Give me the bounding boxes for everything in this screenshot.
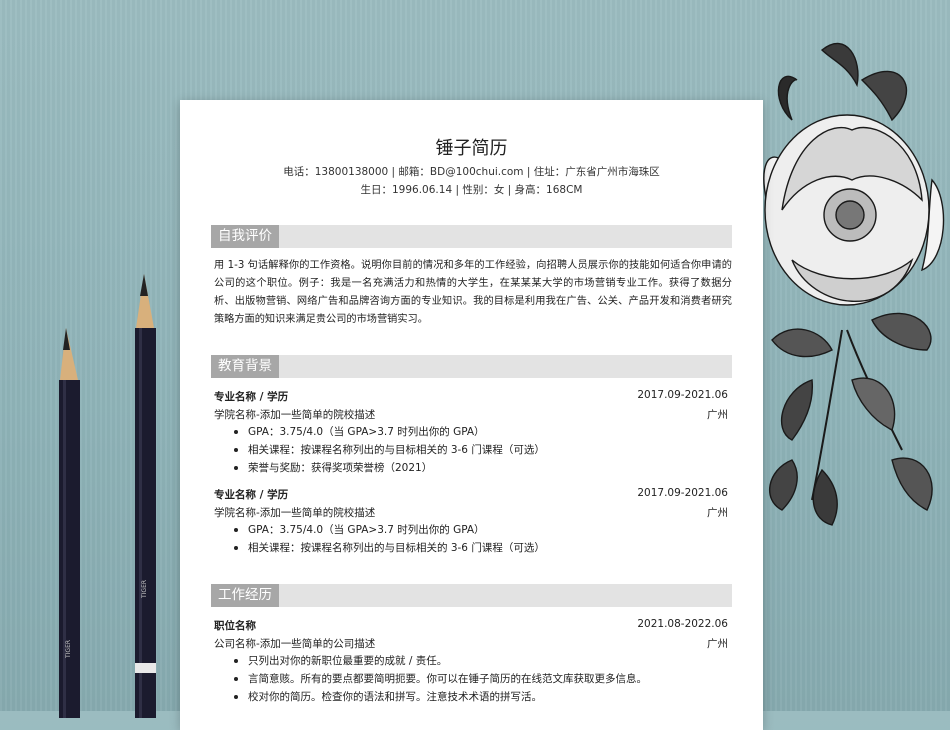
city: 广州 <box>707 507 728 519</box>
list-item: 只列出对你的新职位最重要的成就 / 责任。 <box>230 652 720 670</box>
list-item: 校对你的简历。检查你的语法和拼写。注意技术术语的拼写活。 <box>230 688 720 706</box>
section-title: 自我评价 <box>211 225 279 248</box>
section-header-self-eval: 自我评价 <box>211 225 732 248</box>
position-name: 职位名称 <box>214 620 256 632</box>
resume-paper: 锤子简历 电话：13800138000 | 邮箱：BD@100chui.com … <box>180 100 763 730</box>
section-title: 工作经历 <box>211 584 279 607</box>
list-item: 言简意赅。所有的要点都要简明扼要。你可以在锤子简历的在线范文库获取更多信息。 <box>230 670 720 688</box>
education-bullets: GPA：3.75/4.0（当 GPA>3.7 时列出你的 GPA） 相关课程：按… <box>230 521 720 557</box>
education-bullets: GPA：3.75/4.0（当 GPA>3.7 时列出你的 GPA） 相关课程：按… <box>230 423 720 477</box>
date-range: 2017.09-2021.06 <box>637 389 728 401</box>
section-title: 教育背景 <box>211 355 279 378</box>
pencil-icon: TIGER <box>135 274 156 718</box>
list-item: GPA：3.75/4.0（当 GPA>3.7 时列出你的 GPA） <box>230 521 720 539</box>
major-degree: 专业名称 / 学历 <box>214 391 289 403</box>
date-range: 2017.09-2021.06 <box>637 487 728 499</box>
date-range: 2021.08-2022.06 <box>637 618 728 630</box>
school-name: 学院名称-添加一些简单的院校描述 <box>214 409 376 421</box>
personal-info-line: 生日：1996.06.14 | 性别：女 | 身高：168CM <box>360 184 583 196</box>
list-item: 荣誉与奖励：获得奖项荣誉榜（2021） <box>230 459 720 477</box>
pencil-icon: TIGER <box>59 328 80 718</box>
svg-text:TIGER: TIGER <box>141 580 148 599</box>
contact-line: 电话：13800138000 | 邮箱：BD@100chui.com | 住址：… <box>283 166 660 178</box>
svg-text:TIGER: TIGER <box>65 640 72 659</box>
resume-name: 锤子简历 <box>435 138 508 159</box>
flower-illustration <box>763 42 945 526</box>
city: 广州 <box>707 638 728 650</box>
list-item: 相关课程：按课程名称列出的与目标相关的 3-6 门课程（可选） <box>230 441 720 459</box>
self-eval-text: 用 1-3 句话解释你的工作资格。说明你目前的情况和多年的工作经验，向招聘人员展… <box>214 260 732 325</box>
section-header-work: 工作经历 <box>211 584 732 607</box>
section-header-education: 教育背景 <box>211 355 732 378</box>
list-item: GPA：3.75/4.0（当 GPA>3.7 时列出你的 GPA） <box>230 423 720 441</box>
list-item: 相关课程：按课程名称列出的与目标相关的 3-6 门课程（可选） <box>230 539 720 557</box>
company-name: 公司名称-添加一些简单的公司描述 <box>214 638 376 650</box>
city: 广州 <box>707 409 728 421</box>
school-name: 学院名称-添加一些简单的院校描述 <box>214 507 376 519</box>
major-degree: 专业名称 / 学历 <box>214 489 289 501</box>
work-bullets: 只列出对你的新职位最重要的成就 / 责任。 言简意赅。所有的要点都要简明扼要。你… <box>230 652 720 706</box>
